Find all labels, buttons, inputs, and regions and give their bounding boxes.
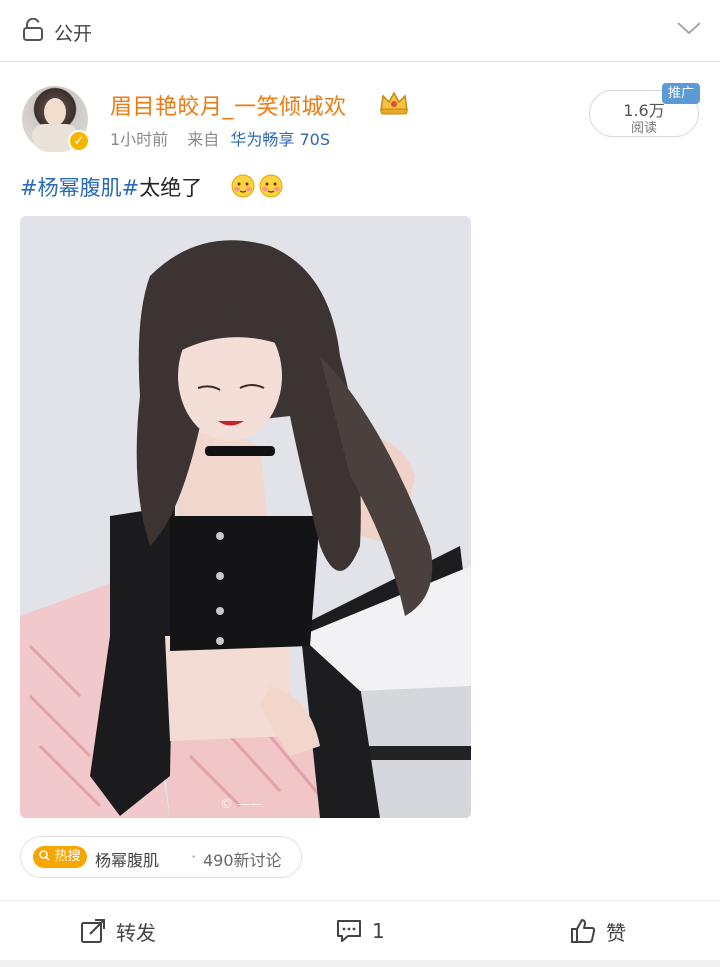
comment-button[interactable]: 1 bbox=[336, 917, 385, 945]
like-label: 赞 bbox=[606, 920, 626, 945]
post-source[interactable]: 华为畅享 70S bbox=[230, 130, 330, 149]
search-icon bbox=[39, 850, 50, 861]
hot-search-label: 热搜 bbox=[54, 849, 81, 864]
bottom-divider bbox=[0, 960, 720, 967]
avatar-face bbox=[44, 98, 66, 126]
read-label: 阅读 bbox=[630, 121, 657, 136]
action-bar: 转发 1 赞 bbox=[0, 900, 720, 960]
crown-icon[interactable] bbox=[378, 88, 410, 116]
svg-text:© ——: © —— bbox=[220, 797, 263, 812]
verified-icon: ✓ bbox=[68, 130, 90, 152]
comment-count: 1 bbox=[372, 919, 385, 943]
post-meta: 1小时前 来自 华为畅享 70S bbox=[110, 126, 330, 150]
topic-discussion-count: 490新讨论 bbox=[203, 851, 282, 870]
hashtag-link[interactable]: #杨幂腹肌# bbox=[20, 176, 139, 200]
post-time: 1小时前 bbox=[110, 130, 169, 149]
author-username[interactable]: 眉目艳皎月_一笑倾城欢 bbox=[110, 89, 347, 121]
top-bar: 公开 bbox=[0, 0, 720, 62]
hot-search-badge: 热搜 bbox=[33, 846, 87, 868]
topic-separator: · bbox=[191, 847, 197, 866]
blushing-emoji-icon bbox=[231, 174, 283, 198]
hot-topic-pill[interactable]: 热搜 杨幂腹肌 · 490新讨论 bbox=[20, 836, 302, 878]
repost-button[interactable]: 转发 bbox=[80, 917, 156, 945]
post-body: 太绝了 bbox=[139, 176, 203, 200]
avatar[interactable]: ✓ bbox=[22, 86, 90, 152]
source-prefix: 来自 bbox=[187, 130, 220, 149]
thumbs-up-icon bbox=[571, 919, 596, 943]
repost-icon bbox=[81, 919, 105, 943]
like-button[interactable]: 赞 bbox=[570, 917, 626, 945]
post-photo[interactable]: © —— bbox=[20, 216, 471, 818]
visibility-label[interactable]: 公开 bbox=[54, 19, 92, 46]
promo-tag[interactable]: 推广 bbox=[662, 83, 700, 104]
repost-label: 转发 bbox=[116, 920, 156, 945]
comment-icon bbox=[337, 920, 361, 942]
topic-name: 杨幂腹肌 bbox=[95, 851, 160, 870]
post-text: #杨幂腹肌#太绝了 bbox=[20, 172, 202, 202]
photo-illustration: © —— bbox=[20, 216, 471, 818]
lock-icon bbox=[23, 18, 43, 41]
chevron-down-icon[interactable] bbox=[676, 20, 702, 36]
